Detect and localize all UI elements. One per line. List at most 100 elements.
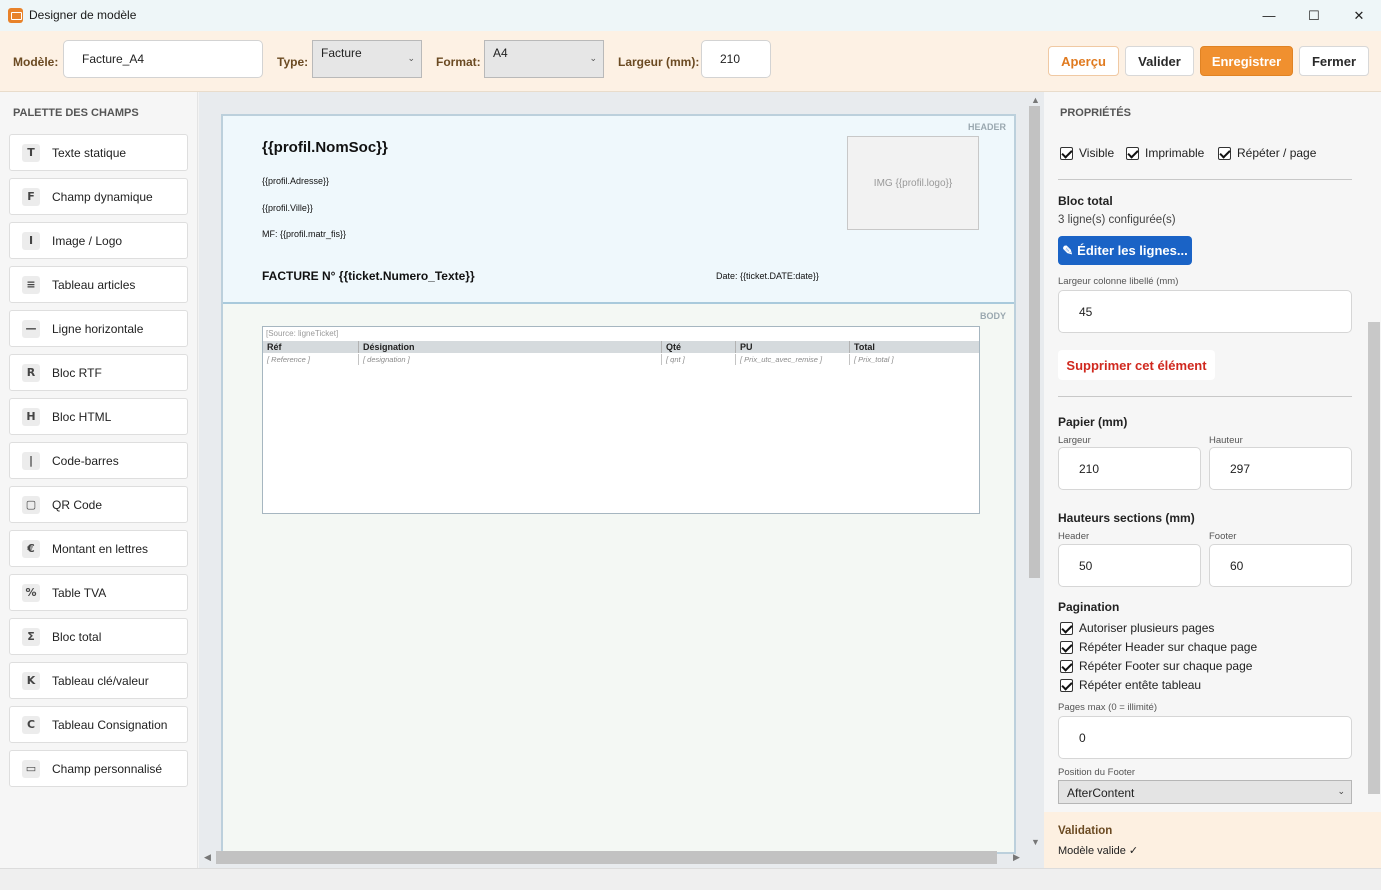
- enregistrer-button[interactable]: Enregistrer: [1200, 46, 1293, 76]
- palette-item-label: Montant en lettres: [52, 541, 149, 556]
- checkbox-checked-icon: [1218, 146, 1231, 160]
- palette-item-label: Ligne horizontale: [52, 321, 144, 336]
- header-height-input[interactable]: 50: [1058, 544, 1201, 587]
- pag-entete-label: Répéter entête tableau: [1079, 678, 1202, 692]
- minimize-button[interactable]: —: [1246, 0, 1292, 31]
- date-field[interactable]: Date: {{ticket.DATE:date}}: [716, 271, 819, 281]
- palette-item[interactable]: I Image / Logo: [9, 222, 188, 259]
- papier-largeur-label: Largeur: [1058, 435, 1091, 446]
- palette-item[interactable]: Σ Bloc total: [9, 618, 188, 655]
- fermer-button[interactable]: Fermer: [1299, 46, 1369, 76]
- checkbox-checked-icon: [1126, 146, 1139, 160]
- properties-scrollbar[interactable]: [1368, 322, 1380, 794]
- palette-item[interactable]: € Montant en lettres: [9, 530, 188, 567]
- repeter-page-checkbox[interactable]: Répéter / page: [1218, 146, 1316, 160]
- scroll-right-icon[interactable]: ▶: [1013, 852, 1020, 863]
- palette-item[interactable]: ▭ Champ personnalisé: [9, 750, 188, 787]
- table-header-designation: Désignation: [358, 341, 661, 353]
- pages-max-input[interactable]: 0: [1058, 716, 1352, 759]
- nom-soc-field[interactable]: {{profil.NomSoc}}: [262, 139, 388, 156]
- adresse-field[interactable]: {{profil.Adresse}}: [262, 176, 329, 186]
- palette-item[interactable]: ≡ Tableau articles: [9, 266, 188, 303]
- close-window-button[interactable]: ✕: [1336, 0, 1381, 31]
- format-select[interactable]: A4 ⌄: [484, 40, 604, 78]
- logo-image-placeholder[interactable]: IMG {{profil.logo}}: [847, 136, 979, 230]
- palette-item-icon: €: [22, 539, 40, 558]
- palette-item-icon: ▭: [22, 759, 40, 778]
- palette-item-icon: —: [22, 319, 40, 338]
- body-section-tag: BODY: [979, 311, 1006, 321]
- scroll-up-icon[interactable]: ▲: [1031, 95, 1040, 105]
- palette-item-label: Bloc total: [52, 629, 102, 644]
- palette-item-icon: K: [22, 671, 40, 690]
- palette-item[interactable]: R Bloc RTF: [9, 354, 188, 391]
- palette-item-icon: T: [22, 143, 40, 162]
- facture-number-field[interactable]: FACTURE N° {{ticket.Numero_Texte}}: [262, 269, 475, 283]
- palette-item-label: QR Code: [52, 497, 103, 512]
- valider-button[interactable]: Valider: [1125, 46, 1194, 76]
- palette-item-label: Bloc RTF: [52, 365, 102, 380]
- pag-header-checkbox[interactable]: Répéter Header sur chaque page: [1060, 640, 1257, 654]
- table-cell-ref: [ Reference ]: [267, 355, 310, 364]
- delete-element-button[interactable]: Supprimer cet élément: [1058, 350, 1215, 380]
- matr-fis-field[interactable]: MF: {{profil.matr_fis}}: [262, 229, 346, 239]
- palette-item-label: Tableau Consignation: [52, 717, 168, 732]
- canvas-horizontal-scrollbar[interactable]: [216, 851, 997, 864]
- imprimable-label: Imprimable: [1145, 146, 1205, 160]
- format-select-value: A4: [493, 46, 508, 60]
- chevron-down-icon: ⌄: [589, 53, 597, 63]
- header-section[interactable]: HEADER {{profil.NomSoc}} {{profil.Adress…: [223, 116, 1014, 304]
- palette-item-label: Champ dynamique: [52, 189, 153, 204]
- palette-item[interactable]: F Champ dynamique: [9, 178, 188, 215]
- imprimable-checkbox[interactable]: Imprimable: [1126, 146, 1204, 160]
- chevron-down-icon: ⌄: [407, 53, 415, 63]
- palette-item[interactable]: % Table TVA: [9, 574, 188, 611]
- palette-item-icon: F: [22, 187, 40, 206]
- footer-position-select[interactable]: AfterContent ⌄: [1058, 780, 1352, 804]
- pages-max-label: Pages max (0 = illimité): [1058, 702, 1157, 713]
- palette-item-label: Image / Logo: [52, 233, 123, 248]
- pag-footer-checkbox[interactable]: Répéter Footer sur chaque page: [1060, 659, 1252, 673]
- palette-item-icon: I: [22, 231, 40, 250]
- bloc-total-title: Bloc total: [1058, 194, 1113, 208]
- pag-multi-checkbox[interactable]: Autoriser plusieurs pages: [1060, 621, 1214, 635]
- edit-lines-label: Éditer les lignes...: [1077, 243, 1188, 258]
- scroll-left-icon[interactable]: ◀: [204, 852, 211, 863]
- window-title: Designer de modèle: [29, 8, 137, 22]
- largeur-input[interactable]: 210: [701, 40, 771, 78]
- papier-largeur-input[interactable]: 210: [1058, 447, 1201, 490]
- table-cell-pu: [ Prix_utc_avec_remise ]: [735, 354, 849, 365]
- checkbox-checked-icon: [1060, 621, 1073, 635]
- repeter-page-label: Répéter / page: [1237, 146, 1317, 160]
- modele-input[interactable]: Facture_A4: [63, 40, 263, 78]
- papier-hauteur-input[interactable]: 297: [1209, 447, 1352, 490]
- apercu-button[interactable]: Aperçu: [1048, 46, 1119, 76]
- ville-field[interactable]: {{profil.Ville}}: [262, 203, 313, 213]
- checkbox-checked-icon: [1060, 146, 1073, 160]
- pag-entete-checkbox[interactable]: Répéter entête tableau: [1060, 678, 1201, 692]
- visible-checkbox[interactable]: Visible: [1060, 146, 1114, 160]
- scroll-down-icon[interactable]: ▼: [1031, 837, 1040, 847]
- palette-item[interactable]: C Tableau Consignation: [9, 706, 188, 743]
- edit-lines-button[interactable]: ✎ Éditer les lignes...: [1058, 236, 1192, 265]
- type-select[interactable]: Facture ⌄: [312, 40, 422, 78]
- design-canvas: HEADER {{profil.NomSoc}} {{profil.Adress…: [199, 92, 1044, 868]
- type-label: Type:: [277, 55, 309, 69]
- app-icon: [8, 8, 23, 23]
- articles-table[interactable]: [Source: ligneTicket] Réf Désignation Qt…: [262, 326, 980, 514]
- palette-item[interactable]: | Code-barres: [9, 442, 188, 479]
- field-palette: PALETTE DES CHAMPS T Texte statique F Champ…: [0, 92, 198, 868]
- palette-item[interactable]: K Tableau clé/valeur: [9, 662, 188, 699]
- palette-item[interactable]: — Ligne horizontale: [9, 310, 188, 347]
- largeur-col-label: Largeur colonne libellé (mm): [1058, 276, 1179, 287]
- palette-item[interactable]: T Texte statique: [9, 134, 188, 171]
- maximize-button[interactable]: ☐: [1291, 0, 1337, 31]
- palette-item[interactable]: H Bloc HTML: [9, 398, 188, 435]
- footer-height-input[interactable]: 60: [1209, 544, 1352, 587]
- canvas-vertical-scrollbar[interactable]: [1029, 106, 1040, 578]
- toolbar: Modèle: Facture_A4 Type: Facture ⌄ Forma…: [0, 31, 1381, 92]
- palette-item[interactable]: ▢ QR Code: [9, 486, 188, 523]
- largeur-col-input[interactable]: 45: [1058, 290, 1352, 333]
- type-select-value: Facture: [321, 46, 362, 60]
- pagination-title: Pagination: [1058, 600, 1120, 614]
